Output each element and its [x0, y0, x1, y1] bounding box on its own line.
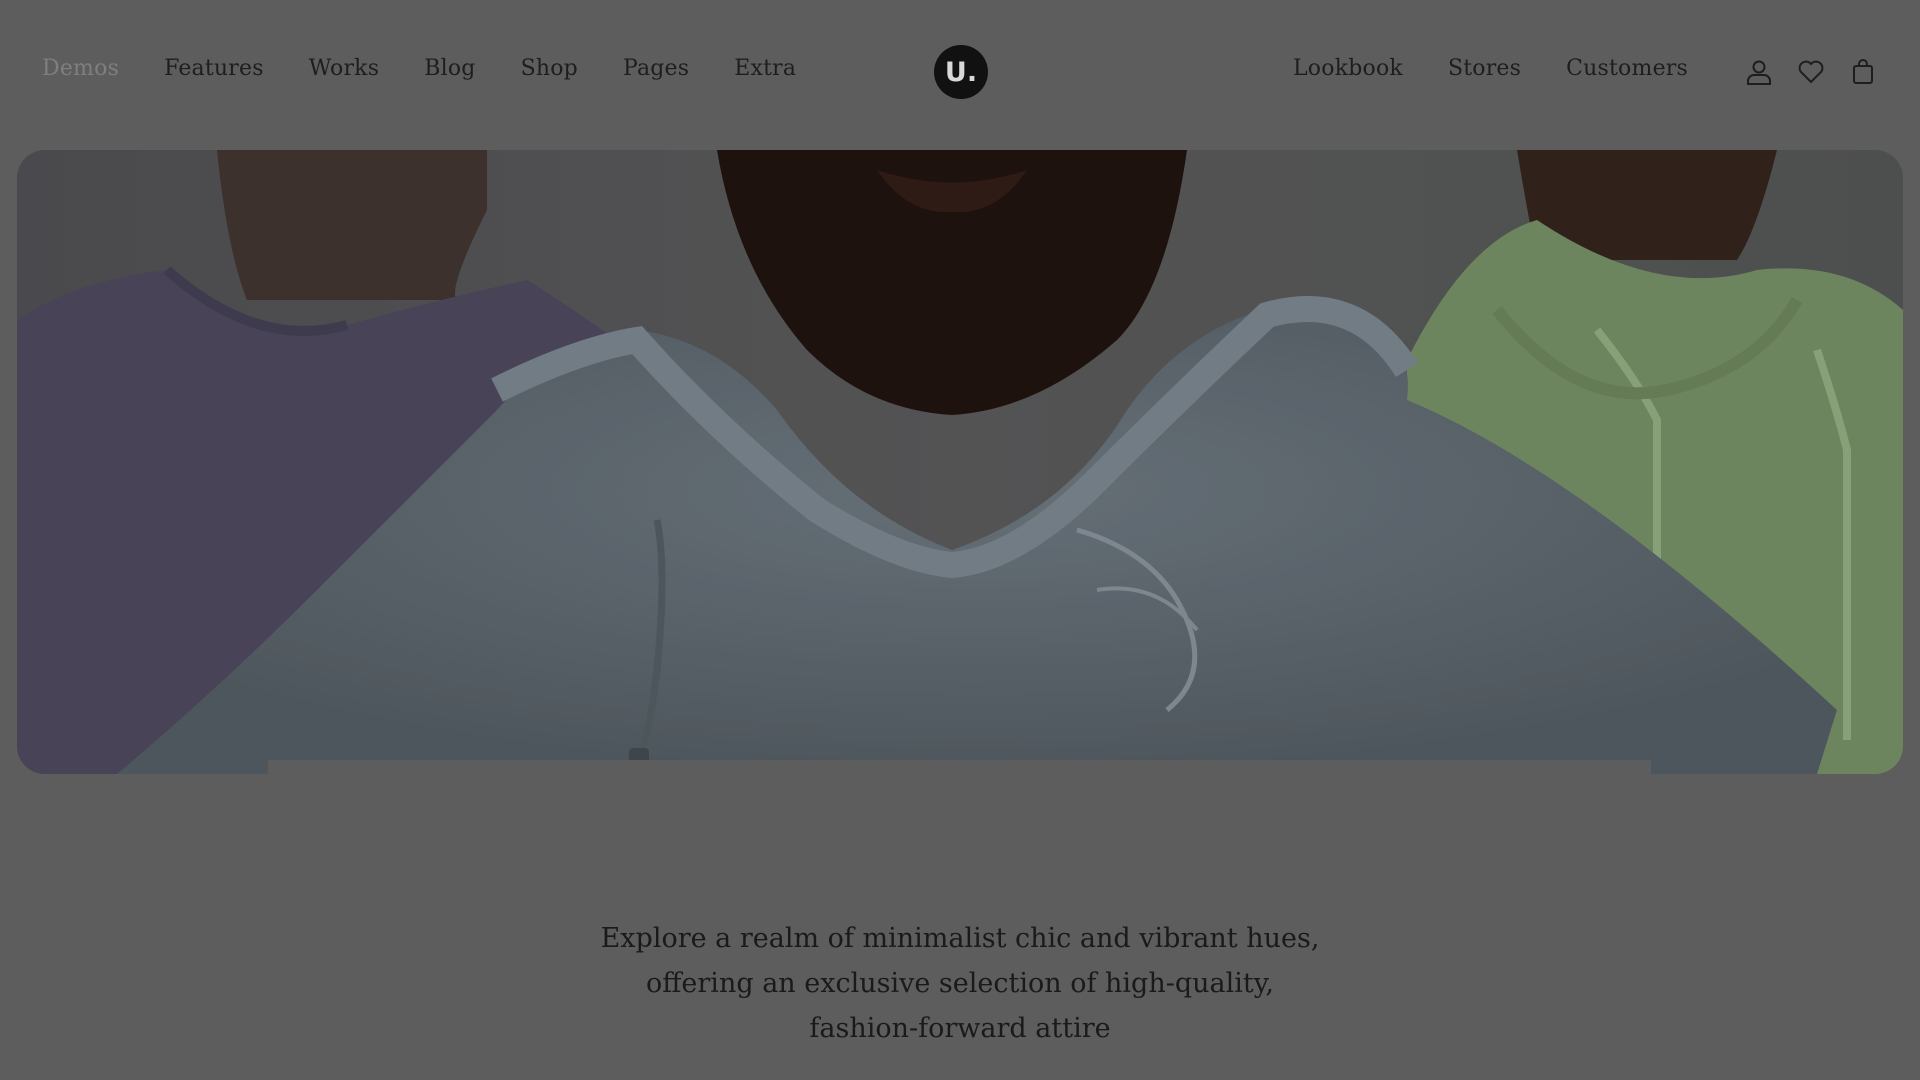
- bag-icon[interactable]: [1849, 58, 1877, 86]
- nav-item-extra[interactable]: Extra: [734, 56, 796, 81]
- tagline: Explore a realm of minimalist chic and v…: [560, 916, 1360, 1051]
- primary-nav: Demos Features Works Blog Shop Pages Ext…: [42, 56, 841, 81]
- tagline-line-2: offering an exclusive selection of high-…: [645, 968, 1274, 999]
- tagline-line-1: Explore a realm of minimalist chic and v…: [600, 923, 1320, 954]
- nav-item-blog[interactable]: Blog: [424, 56, 475, 81]
- hero-bottom-strip: [268, 760, 1651, 774]
- nav-item-demos[interactable]: Demos: [42, 56, 119, 81]
- page: Demos Features Works Blog Shop Pages Ext…: [0, 0, 1920, 1080]
- heart-icon[interactable]: [1797, 58, 1825, 86]
- nav-item-works[interactable]: Works: [309, 56, 380, 81]
- site-logo[interactable]: U.: [934, 45, 988, 99]
- secondary-nav: Lookbook Stores Customers: [1293, 56, 1733, 81]
- nav-item-lookbook[interactable]: Lookbook: [1293, 56, 1403, 81]
- tagline-line-3: fashion-forward attire: [809, 1013, 1111, 1044]
- nav-item-stores[interactable]: Stores: [1448, 56, 1521, 81]
- site-header: Demos Features Works Blog Shop Pages Ext…: [0, 0, 1920, 145]
- hero-banner: [17, 150, 1903, 774]
- hero-image: [17, 150, 1903, 774]
- user-icon[interactable]: [1745, 58, 1773, 86]
- nav-item-pages[interactable]: Pages: [623, 56, 689, 81]
- header-icons: [1745, 58, 1877, 86]
- nav-item-customers[interactable]: Customers: [1566, 56, 1688, 81]
- nav-item-features[interactable]: Features: [164, 56, 264, 81]
- nav-item-shop[interactable]: Shop: [521, 56, 578, 81]
